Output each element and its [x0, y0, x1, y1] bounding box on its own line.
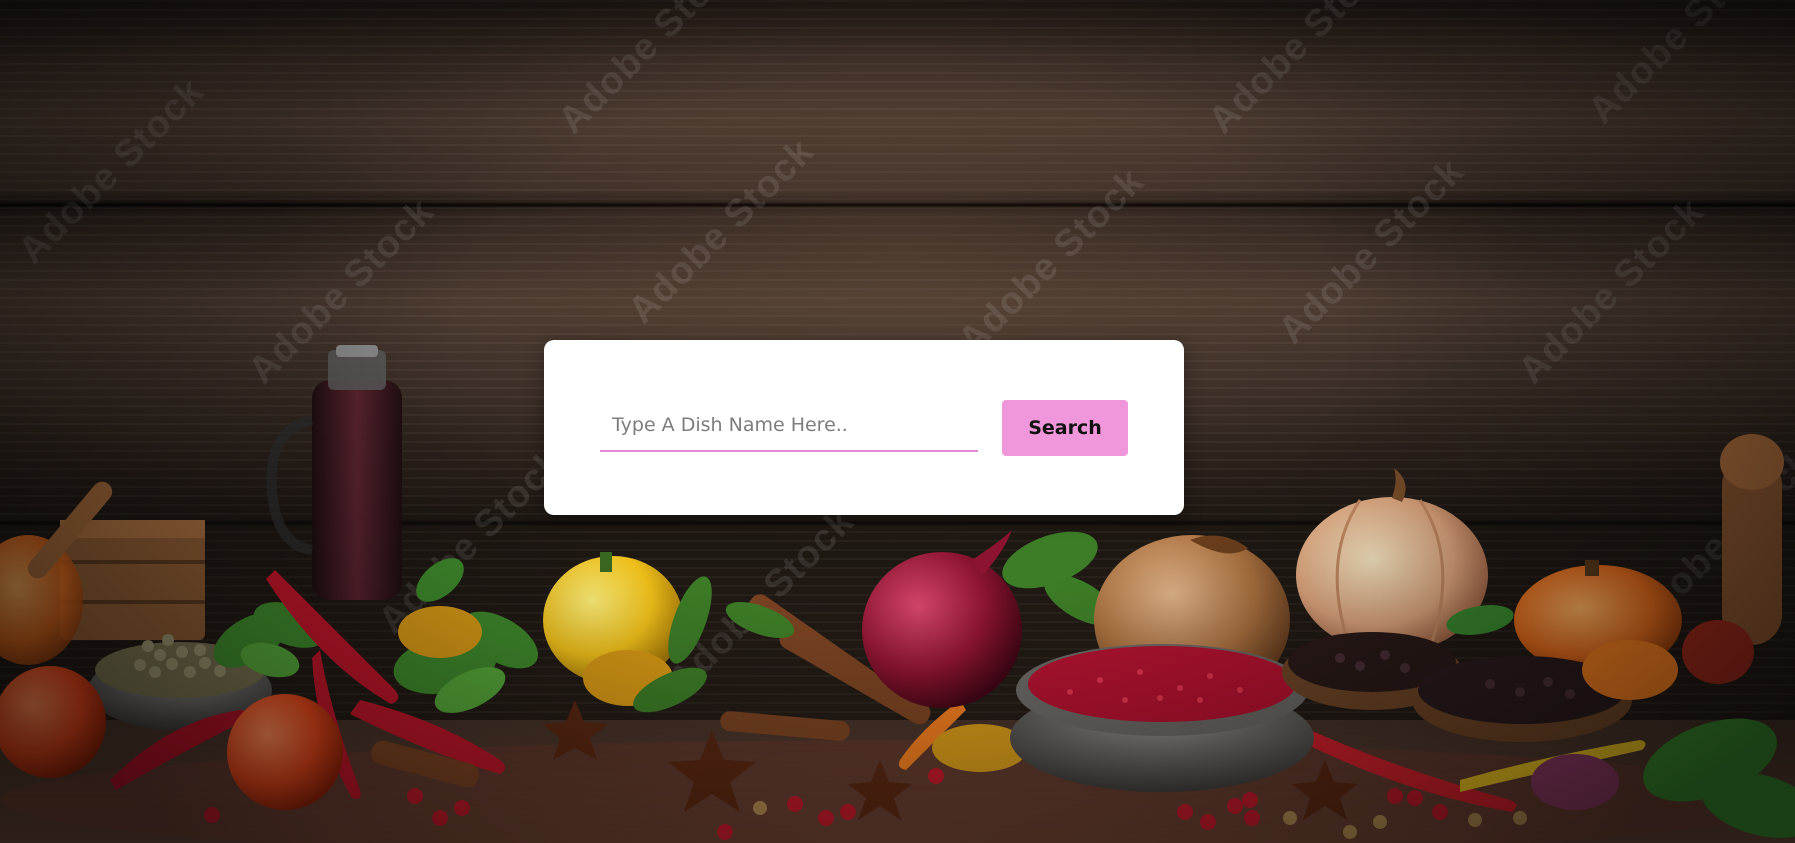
page: Adobe Stock Adobe Stock Adobe Stock Adob…	[0, 0, 1795, 843]
search-card: Search	[544, 340, 1184, 515]
dish-search-input[interactable]	[600, 400, 978, 452]
search-button[interactable]: Search	[1002, 400, 1128, 456]
